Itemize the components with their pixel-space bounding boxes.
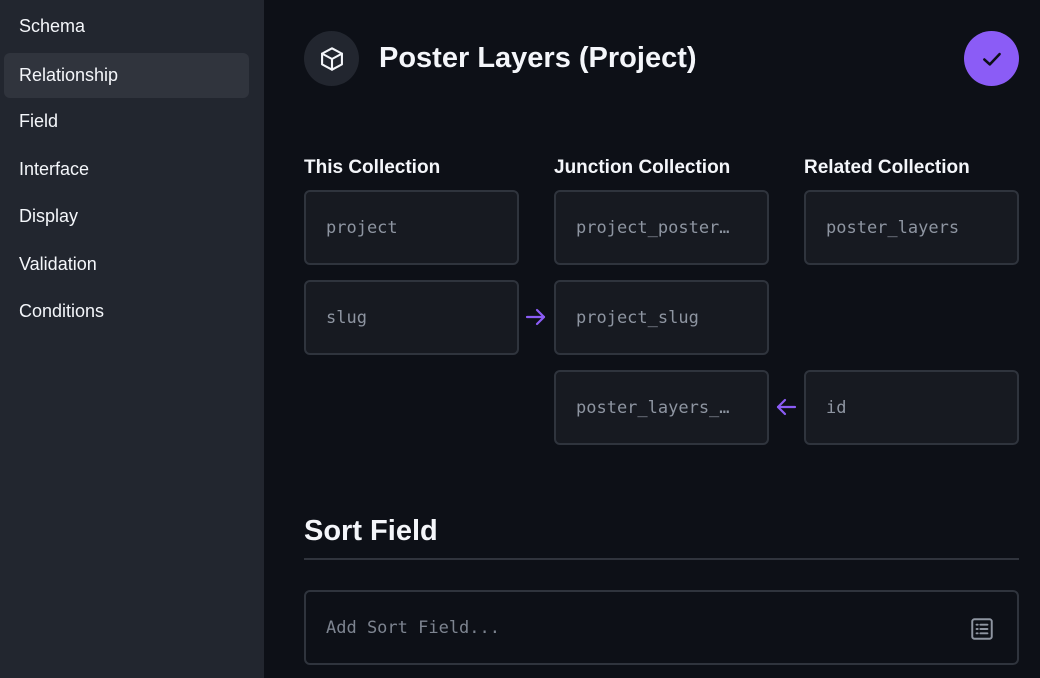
app-window: Schema Relationship Field Interface Disp… xyxy=(0,0,1040,678)
this-collection-input[interactable]: project xyxy=(304,190,519,265)
sidebar-item-label: Interface xyxy=(19,159,90,179)
related-field-value: id xyxy=(826,397,847,418)
box-icon xyxy=(320,46,343,71)
sort-field-title: Sort Field xyxy=(304,515,438,547)
sidebar-item-label: Validation xyxy=(19,254,97,274)
check-icon xyxy=(982,52,1001,66)
save-button[interactable] xyxy=(964,31,1019,86)
sidebar-item-field[interactable]: Field xyxy=(4,99,249,144)
sidebar-item-schema[interactable]: Schema xyxy=(4,4,249,49)
sidebar: Schema Relationship Field Interface Disp… xyxy=(0,0,264,678)
sidebar-item-label: Field xyxy=(19,111,59,131)
sort-field-select[interactable]: Add Sort Field... xyxy=(304,590,1019,665)
junction-field-related-value: poster_layers_… xyxy=(576,397,730,418)
sidebar-item-conditions[interactable]: Conditions xyxy=(4,289,249,334)
this-field-input[interactable]: slug xyxy=(304,280,519,355)
this-collection-value: project xyxy=(326,217,398,238)
this-field-value: slug xyxy=(326,307,367,328)
section-divider xyxy=(304,558,1019,560)
sidebar-item-label: Display xyxy=(19,206,79,226)
related-collection-value: poster_layers xyxy=(826,217,960,238)
sidebar-item-display[interactable]: Display xyxy=(4,194,249,239)
sidebar-item-interface[interactable]: Interface xyxy=(4,147,249,192)
junction-collection-value: project_poster… xyxy=(576,217,730,238)
page-title: Poster Layers (Project) xyxy=(379,42,697,74)
related-field-input[interactable]: id xyxy=(804,370,1019,445)
sidebar-item-label: Conditions xyxy=(19,301,105,321)
arrow-right-icon xyxy=(523,304,549,330)
related-collection-header: Related Collection xyxy=(804,157,970,178)
related-collection-input[interactable]: poster_layers xyxy=(804,190,1019,265)
sort-field-placeholder: Add Sort Field... xyxy=(326,617,500,638)
junction-collection-header: Junction Collection xyxy=(554,157,731,178)
list-icon[interactable] xyxy=(969,616,995,642)
junction-field-this-input[interactable]: project_slug xyxy=(554,280,769,355)
sidebar-item-validation[interactable]: Validation xyxy=(4,242,249,287)
junction-field-this-value: project_slug xyxy=(576,307,699,328)
junction-field-related-input[interactable]: poster_layers_… xyxy=(554,370,769,445)
main-panel: Poster Layers (Project) This Collection … xyxy=(264,0,1040,678)
sidebar-item-label: Schema xyxy=(19,16,86,36)
arrow-left-icon xyxy=(773,394,799,420)
this-collection-header: This Collection xyxy=(304,157,441,178)
sidebar-item-label: Relationship xyxy=(19,65,119,85)
sidebar-item-relationship[interactable]: Relationship xyxy=(4,53,249,98)
junction-collection-input[interactable]: project_poster… xyxy=(554,190,769,265)
header-icon-badge xyxy=(304,31,359,86)
